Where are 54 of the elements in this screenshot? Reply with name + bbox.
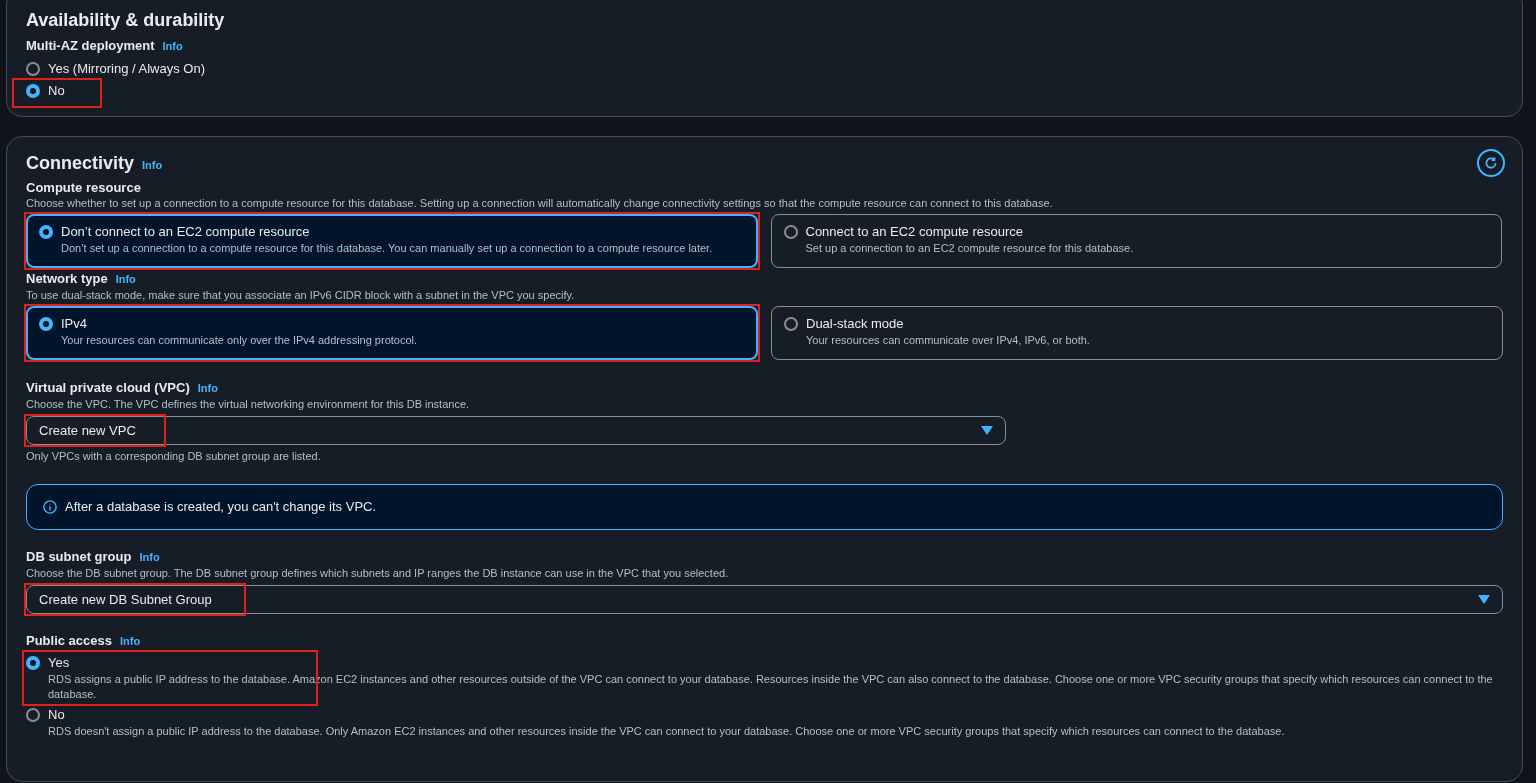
- option-tile[interactable]: Connect to an EC2 compute resource Set up a connection to an EC2 compute resource for this database.: [770, 214, 1502, 268]
- field-description: Choose whether to set up a connection to a compute resource for this database. Setting up a connection will automatically change connectivity settings so that the compute resource can connect to this database.: [26, 196, 1054, 211]
- field-label: Virtual private cloud (VPC): [26, 379, 190, 396]
- radio-button[interactable]: [784, 317, 798, 331]
- info-link[interactable]: Info: [142, 157, 163, 174]
- info-link[interactable]: Info: [139, 549, 160, 566]
- field-label: Multi-AZ deployment: [26, 37, 155, 54]
- field-description: Choose the VPC. The VPC defines the virtual networking environment for this DB instance.: [26, 397, 471, 412]
- radio-button[interactable]: [39, 225, 53, 239]
- field-label: Network type: [26, 270, 108, 287]
- field-description: Your resources can communicate only over the IPv4 addressing protocol.: [61, 333, 418, 348]
- info-link[interactable]: Info: [115, 271, 136, 288]
- field-description: Only VPCs with a corresponding DB subnet group are listed.: [26, 449, 322, 464]
- refresh-button[interactable]: [1477, 149, 1505, 177]
- radio-label: No: [48, 706, 66, 724]
- select-value: Create new VPC: [39, 421, 136, 440]
- select-value: Create new DB Subnet Group: [39, 590, 212, 609]
- radio-label: Yes: [48, 654, 71, 672]
- tile-title: Connect to an EC2 compute resource: [805, 223, 1024, 241]
- tile-title: Don’t connect to an EC2 compute resource: [61, 223, 311, 241]
- field-label: Compute resource: [26, 179, 141, 196]
- info-link[interactable]: Info: [162, 38, 183, 55]
- alert-text: After a database is created, you can't change its VPC.: [65, 498, 377, 517]
- option-tile[interactable]: IPv4 Your resources can communicate only over the IPv4 addressing protocol.: [26, 306, 758, 360]
- field-label: DB subnet group: [26, 548, 132, 565]
- radio-button[interactable]: [783, 225, 798, 239]
- select-dropdown[interactable]: Create new DB Subnet Group: [26, 585, 1503, 614]
- field-description: Choose the DB subnet group. The DB subnet group defines which subnets and IP ranges the DB instance can use in the VPC that you selected.: [26, 566, 730, 581]
- info-link[interactable]: Info: [197, 380, 218, 397]
- field-description: To use dual-stack mode, make sure that you associate an IPv6 CIDR block with a subnet in the VPC you specify.: [26, 288, 576, 303]
- radio-button[interactable]: [26, 708, 40, 722]
- field-description: RDS doesn't assign a public IP address to the database. Only Amazon EC2 instances and other resources inside the VPC can connect to your database. Choose one or more VPC security groups that specify which resources can connect to the database.: [48, 724, 1285, 739]
- field-description: Don’t set up a connection to a compute resource for this database. You can manually set up a connection to a compute resource later.: [61, 241, 713, 256]
- radio-label: No: [48, 82, 65, 100]
- caret-down-icon: [981, 426, 993, 435]
- caret-down-icon: [1478, 595, 1490, 604]
- select-dropdown[interactable]: Create new VPC: [26, 416, 1006, 445]
- field-label: Public access: [26, 632, 112, 649]
- info-icon: [43, 500, 57, 514]
- radio-button[interactable]: [26, 62, 40, 76]
- field-description: Your resources can communicate over IPv4, IPv6, or both.: [806, 333, 1090, 348]
- radio-button[interactable]: [26, 84, 40, 98]
- radio-button[interactable]: [39, 317, 53, 331]
- radio-label: Yes (Mirroring / Always On): [48, 60, 205, 78]
- tile-title: IPv4: [61, 315, 88, 333]
- option-tile[interactable]: Dual-stack mode Your resources can communicate over IPv4, IPv6, or both.: [771, 306, 1503, 360]
- section-title: Availability & durability: [26, 9, 226, 32]
- field-description: Set up a connection to an EC2 compute resource for this database.: [805, 241, 1134, 256]
- info-link[interactable]: Info: [120, 633, 141, 650]
- section-title: Connectivity: [26, 152, 135, 175]
- refresh-icon: [1484, 156, 1498, 170]
- tile-title: Dual-stack mode: [806, 315, 905, 333]
- radio-button[interactable]: [26, 656, 40, 670]
- option-tile[interactable]: Don’t connect to an EC2 compute resource Don’t set up a connection to a compute resource for this database. You can manually set up a connection to a compute resource later.: [26, 214, 758, 268]
